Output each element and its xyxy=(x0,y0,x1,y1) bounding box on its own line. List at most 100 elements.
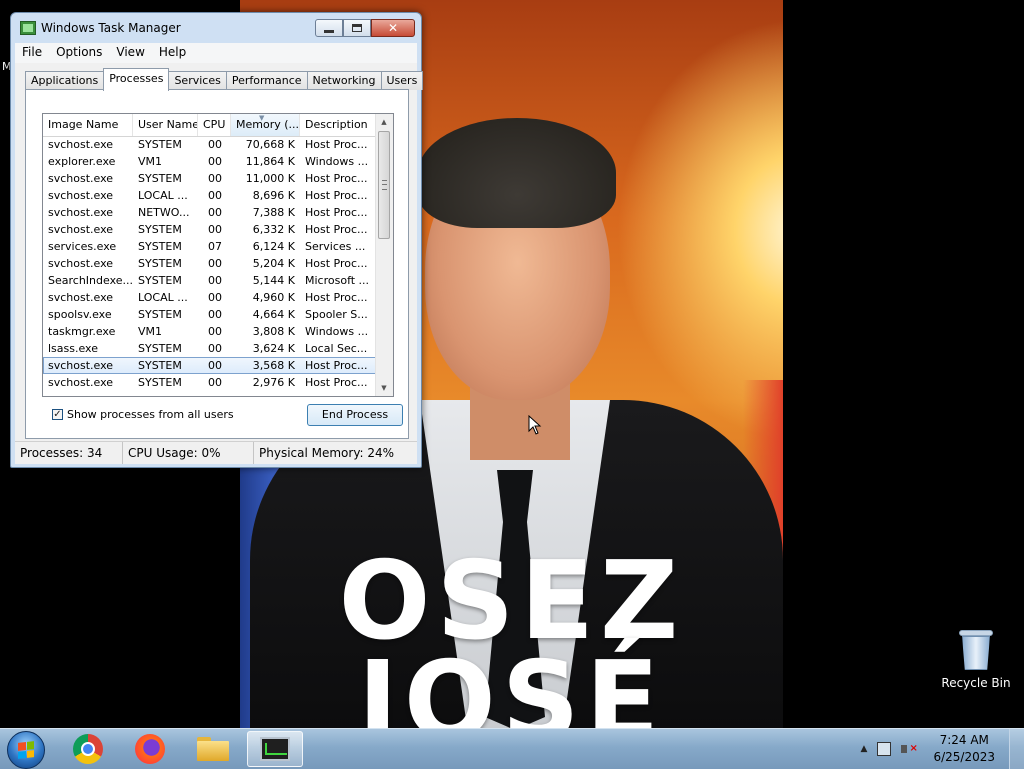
windows-start-icon xyxy=(18,741,34,759)
process-row[interactable]: svchost.exe SYSTEM 00 3,568 K Host Proc... xyxy=(43,357,376,374)
process-row[interactable]: svchost.exe NETWO... 00 7,388 K Host Proc... xyxy=(43,204,376,221)
scroll-down-icon[interactable]: ▼ xyxy=(376,380,392,396)
process-row[interactable]: services.exe SYSTEM 07 6,124 K Services ... xyxy=(43,238,376,255)
tab-networking[interactable]: Networking xyxy=(306,71,382,90)
cell-description: Local Sec... xyxy=(305,342,368,355)
status-processes: Processes: 34 xyxy=(15,442,123,464)
menu-help[interactable]: Help xyxy=(152,43,193,63)
process-row[interactable]: spoolsv.exe SYSTEM 00 4,664 K Spooler S... xyxy=(43,306,376,323)
clock-time: 7:24 AM xyxy=(939,733,989,747)
cell-memory: 3,808 K xyxy=(252,325,295,338)
maximize-button[interactable] xyxy=(343,19,371,37)
volume-muted-icon[interactable] xyxy=(901,742,918,756)
column-header-user-name[interactable]: User Name xyxy=(133,114,198,136)
cell-description: Spooler S... xyxy=(305,308,368,321)
status-cpu-usage: CPU Usage: 0% xyxy=(123,442,254,464)
cell-description: Host Proc... xyxy=(305,291,368,304)
tab-users[interactable]: Users xyxy=(380,71,424,90)
process-row[interactable]: taskmgr.exe VM1 00 3,808 K Windows ... xyxy=(43,323,376,340)
recycle-bin-icon xyxy=(959,628,993,672)
cell-cpu: 00 xyxy=(208,274,222,287)
end-process-button[interactable]: End Process xyxy=(307,404,403,426)
cell-image-name: services.exe xyxy=(48,240,117,253)
taskbar-chrome[interactable] xyxy=(60,731,116,767)
menu-options[interactable]: Options xyxy=(49,43,109,63)
cell-description: Host Proc... xyxy=(305,359,368,372)
tab-services[interactable]: Services xyxy=(168,71,227,90)
minimize-button[interactable] xyxy=(315,19,343,37)
tab-applications[interactable]: Applications xyxy=(25,71,105,90)
taskbar-file-explorer[interactable] xyxy=(185,731,241,767)
process-list[interactable]: Image Name User Name CPU ▼ Memory (... D… xyxy=(42,113,394,397)
process-row[interactable]: svchost.exe SYSTEM 00 70,668 K Host Proc... xyxy=(43,136,376,153)
tab-processes[interactable]: Processes xyxy=(103,68,170,91)
process-row[interactable]: svchost.exe LOCAL ... 00 4,960 K Host Proc..… xyxy=(43,289,376,306)
cell-memory: 11,000 K xyxy=(245,172,295,185)
firefox-icon xyxy=(135,734,165,764)
taskbar: ▲ 7:24 AM 6/25/2023 xyxy=(0,728,1024,769)
title-bar[interactable]: Windows Task Manager ✕ xyxy=(11,13,421,43)
scrollbar-thumb[interactable] xyxy=(378,131,390,239)
cell-cpu: 07 xyxy=(208,240,222,253)
menu-bar: File Options View Help xyxy=(15,43,417,63)
process-row[interactable]: lsass.exe SYSTEM 00 3,624 K Local Sec... xyxy=(43,340,376,357)
clock[interactable]: 7:24 AM 6/25/2023 xyxy=(933,732,995,766)
close-button[interactable]: ✕ xyxy=(371,19,415,37)
cell-image-name: svchost.exe xyxy=(48,189,114,202)
cell-cpu: 00 xyxy=(208,359,222,372)
wallpaper-headline-line2: JOSÉ xyxy=(357,639,666,729)
column-header-description[interactable]: Description xyxy=(300,114,376,136)
network-icon[interactable] xyxy=(877,742,892,756)
cell-image-name: svchost.exe xyxy=(48,359,114,372)
cell-memory: 6,124 K xyxy=(252,240,295,253)
show-desktop-button[interactable] xyxy=(1009,729,1024,769)
cell-cpu: 00 xyxy=(208,172,222,185)
cell-user-name: SYSTEM xyxy=(138,308,182,321)
column-header-cpu[interactable]: CPU xyxy=(198,114,231,136)
process-row[interactable]: svchost.exe LOCAL ... 00 8,696 K Host Proc..… xyxy=(43,187,376,204)
cell-cpu: 00 xyxy=(208,206,222,219)
column-header-memory[interactable]: ▼ Memory (... xyxy=(231,114,300,136)
cell-image-name: svchost.exe xyxy=(48,138,114,151)
cell-user-name: SYSTEM xyxy=(138,274,182,287)
cell-memory: 70,668 K xyxy=(245,138,295,151)
process-row[interactable]: svchost.exe SYSTEM 00 2,976 K Host Proc... xyxy=(43,374,376,391)
show-hidden-icons-icon[interactable]: ▲ xyxy=(861,744,868,754)
cell-description: Windows ... xyxy=(305,325,369,338)
process-row[interactable]: svchost.exe SYSTEM 00 11,000 K Host Proc... xyxy=(43,170,376,187)
task-manager-title-icon xyxy=(20,21,36,35)
cell-description: Host Proc... xyxy=(305,376,368,389)
taskbar-firefox[interactable] xyxy=(122,731,178,767)
show-all-users-checkbox[interactable]: ✓ Show processes from all users xyxy=(52,408,234,421)
cell-description: Host Proc... xyxy=(305,138,368,151)
status-physical-memory: Physical Memory: 24% xyxy=(259,446,395,460)
desktop-icon-recycle-bin[interactable]: Recycle Bin xyxy=(940,628,1012,690)
process-list-scrollbar[interactable]: ▲ ▼ xyxy=(375,114,393,396)
column-header-image-name[interactable]: Image Name xyxy=(43,114,133,136)
cell-cpu: 00 xyxy=(208,223,222,236)
cell-memory: 4,664 K xyxy=(252,308,295,321)
cell-memory: 6,332 K xyxy=(252,223,295,236)
cell-user-name: SYSTEM xyxy=(138,240,182,253)
tab-strip: Applications Processes Services Performa… xyxy=(25,68,424,91)
sort-descending-icon: ▼ xyxy=(259,114,265,122)
task-manager-window[interactable]: Windows Task Manager ✕ File Options View… xyxy=(10,12,424,468)
cell-user-name: LOCAL ... xyxy=(138,189,188,202)
taskbar-task-manager[interactable] xyxy=(247,731,303,767)
tab-performance[interactable]: Performance xyxy=(225,71,308,90)
menu-file[interactable]: File xyxy=(15,43,49,63)
process-row[interactable]: explorer.exe VM1 00 11,864 K Windows ... xyxy=(43,153,376,170)
process-row[interactable]: SearchIndexe... SYSTEM 00 5,144 K Microsoft … xyxy=(43,272,376,289)
process-list-header: Image Name User Name CPU ▼ Memory (... D… xyxy=(43,114,393,137)
start-button[interactable] xyxy=(7,731,45,769)
cell-image-name: svchost.exe xyxy=(48,291,114,304)
system-tray: ▲ 7:24 AM 6/25/2023 xyxy=(861,729,1024,769)
cell-description: Host Proc... xyxy=(305,206,368,219)
scroll-up-icon[interactable]: ▲ xyxy=(376,114,392,130)
process-row[interactable]: svchost.exe SYSTEM 00 5,204 K Host Proc... xyxy=(43,255,376,272)
menu-view[interactable]: View xyxy=(109,43,151,63)
process-row[interactable]: svchost.exe SYSTEM 00 6,332 K Host Proc... xyxy=(43,221,376,238)
cell-cpu: 00 xyxy=(208,138,222,151)
cell-image-name: taskmgr.exe xyxy=(48,325,116,338)
cell-image-name: lsass.exe xyxy=(48,342,98,355)
